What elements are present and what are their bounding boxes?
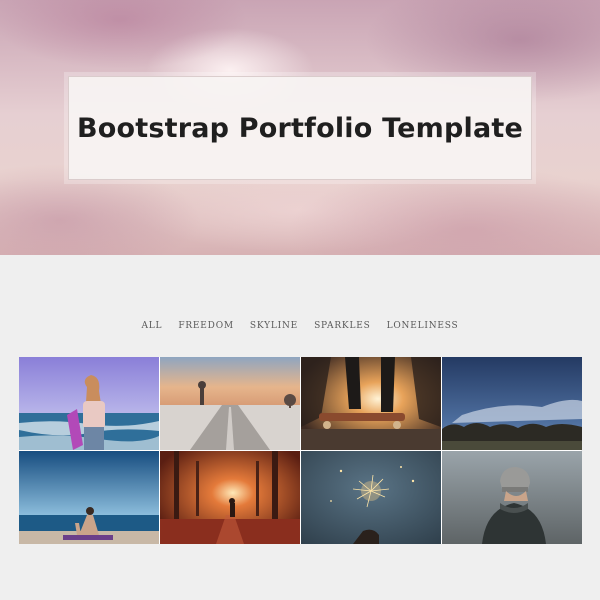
filter-freedom[interactable]: FREEDOM — [178, 318, 234, 334]
gallery-item-surfer[interactable] — [19, 357, 159, 450]
filter-sparkles[interactable]: SPARKLES — [314, 318, 371, 334]
page-title: Bootstrap Portfolio Template — [76, 112, 524, 144]
gallery-item-beanie-person[interactable] — [442, 451, 582, 544]
hero-title-panel: Bootstrap Portfolio Template — [68, 76, 532, 180]
beanie-person-photo — [442, 451, 582, 544]
filter-skyline[interactable]: SKYLINE — [250, 318, 298, 334]
gallery-item-beach-yoga[interactable] — [19, 451, 159, 544]
gallery-item-sky-treeline[interactable] — [442, 357, 582, 450]
skateboard-legs-photo — [301, 357, 441, 450]
portfolio-gallery — [19, 357, 582, 544]
hero-banner: Bootstrap Portfolio Template — [0, 0, 600, 255]
sky-treeline-photo — [442, 357, 582, 450]
road-skater-photo — [160, 357, 300, 450]
gallery-item-skateboard-legs[interactable] — [301, 357, 441, 450]
gallery-item-sparkler[interactable] — [301, 451, 441, 544]
beach-yoga-photo — [19, 451, 159, 544]
filter-all[interactable]: ALL — [141, 318, 162, 334]
gallery-item-road-skater[interactable] — [160, 357, 300, 450]
surfer-photo — [19, 357, 159, 450]
autumn-forest-photo — [160, 451, 300, 544]
gallery-item-autumn-forest[interactable] — [160, 451, 300, 544]
filter-loneliness[interactable]: LONELINESS — [387, 318, 459, 334]
sparkler-photo — [301, 451, 441, 544]
portfolio-filter-bar: ALL FREEDOM SKYLINE SPARKLES LONELINESS — [0, 318, 600, 334]
